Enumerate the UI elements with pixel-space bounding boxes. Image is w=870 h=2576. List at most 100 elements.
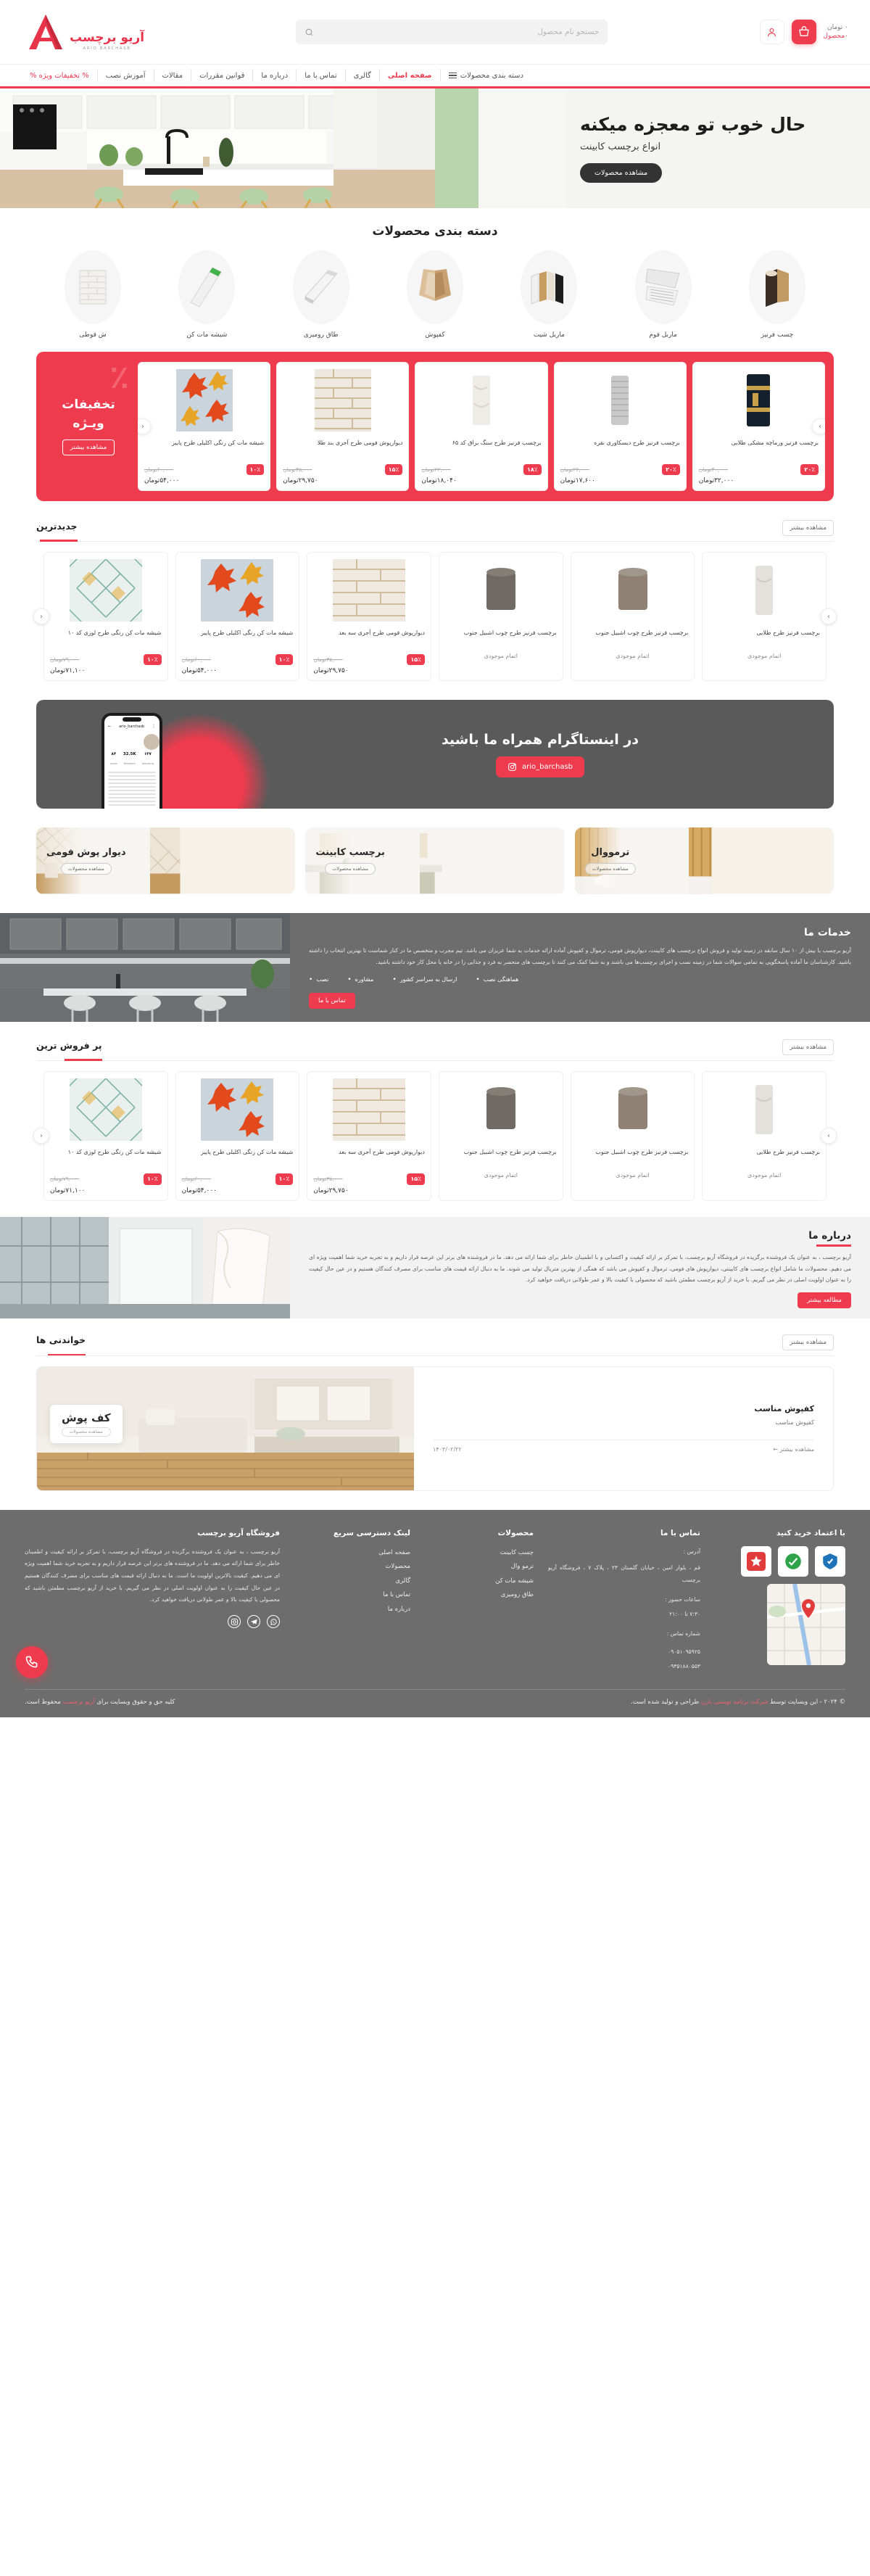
nav-item-gallery[interactable]: گالری <box>346 69 380 82</box>
carousel-prev-button[interactable]: ‹ <box>33 1128 49 1144</box>
category-image <box>292 250 349 324</box>
product-card[interactable]: برچسب فرنیز طرح چوب اشبیل جنوب اتمام موج… <box>438 552 563 682</box>
feature-card-cabinet-sticker[interactable]: برچسب کابینت مشاهده محصولات <box>305 827 565 895</box>
product-card[interactable]: برچسب فرنیز طرح سنگ براق کد ۶۵ ۱۸٪ ۲۲,۰۰… <box>415 362 548 492</box>
nav-item-terms[interactable]: قوانین مقررات <box>191 69 254 82</box>
footer-link[interactable]: طاق رومیزی <box>425 1588 534 1603</box>
footer-developer-link[interactable]: شرکت برنامه نویسی بارن <box>701 1698 768 1706</box>
search-box[interactable] <box>296 20 608 44</box>
product-card[interactable]: شیشه مات کن رنگی اکلیلی طرح پاییز ۱۰٪ ۶۰… <box>138 362 271 492</box>
feature-card-thermowall[interactable]: ترمووال مشاهده محصولات <box>574 827 834 895</box>
services-title: خدمات ما <box>804 926 851 938</box>
product-card[interactable]: شیشه مات کن رنگی طرح لوزی کد ۱۰ ۱۰٪ ۷۹,۰… <box>43 552 168 682</box>
account-button[interactable] <box>759 20 784 44</box>
posts-count: ۸۴ <box>111 752 117 757</box>
main-nav: دسته بندی محصولات صفحه اصلی گالری تماس ب… <box>0 64 870 88</box>
category-item[interactable]: ماربل فوم <box>616 250 711 339</box>
instagram-handle-button[interactable]: ario_barchasb <box>495 756 585 777</box>
product-card[interactable]: برچسب فرنیز طرح طلایی اتمام موجودی <box>702 1071 826 1201</box>
cart-button[interactable] <box>791 20 816 44</box>
carousel-prev-button[interactable]: ‹ <box>33 608 49 625</box>
footer-link[interactable]: درباره ما <box>294 1603 410 1617</box>
product-card[interactable]: دیوارپوش فومی طرح آجری بند طلا ۱۵٪ ۳۵,۰۰… <box>276 362 410 492</box>
footer-link[interactable]: چسب کابینت <box>425 1546 534 1561</box>
product-card[interactable]: برچسب فرنیز طرح چوب اشبیل جنوب اتمام موج… <box>438 1071 563 1201</box>
rating-badge[interactable] <box>741 1545 771 1577</box>
search-input[interactable] <box>320 28 600 36</box>
carousel-next-button[interactable]: › <box>812 418 825 435</box>
product-card[interactable]: برچسب فرنیز ورماچه مشکی طلایی ۲۰٪ ۴۰,۰۰۰… <box>692 362 825 492</box>
blog-more-button[interactable]: مشاهده بیشتر <box>782 1334 834 1350</box>
samandehi-badge[interactable] <box>778 1545 808 1577</box>
whatsapp-icon[interactable] <box>267 1615 280 1629</box>
footer-brand-link[interactable]: آریو برچسب <box>63 1698 95 1706</box>
product-card[interactable]: دیوارپوش فومی طرح آجری سه بعد ۱۵٪ ۳۵,۰۰۰… <box>307 552 431 682</box>
footer-phone[interactable]: ۰۹۳۵۱۸۸۰۵۵۳ <box>548 1661 700 1673</box>
feature-card-button[interactable]: مشاهده محصولات <box>325 863 376 875</box>
footer-phone[interactable]: ۰۹۰۵۱۰۹۵۹۲۵ <box>548 1646 700 1659</box>
hero-cta-button[interactable]: مشاهده محصولات <box>580 163 663 183</box>
bestseller-more-button[interactable]: مشاهده بیشتر <box>782 1039 834 1056</box>
product-image <box>182 1078 294 1142</box>
blog-card-readmore[interactable]: مشاهده بیشتر ← <box>773 1446 814 1453</box>
services-image <box>0 913 290 1023</box>
enamad-badge[interactable] <box>815 1545 845 1577</box>
new-price: ۱۸,۰۴۰تومان <box>421 477 457 485</box>
footer-copyright-left: © ۲۰۲۴ - این وبسایت توسط شرکت برنامه نوی… <box>631 1698 845 1706</box>
discount-badge: ۱۰٪ <box>275 1173 294 1185</box>
category-label: کفپوش <box>425 331 445 339</box>
category-item[interactable]: طاق رومیزی <box>273 250 369 339</box>
product-card[interactable]: شیشه مات کن رنگی اکلیلی طرح پاییز ۱۰٪ ۶۰… <box>175 552 300 682</box>
blog-card-image: کف پوش مشاهده محصولات <box>37 1366 414 1490</box>
footer-link[interactable]: تماس با ما <box>294 1588 410 1603</box>
product-card[interactable]: دیوارپوش فومی طرح آجری سه بعد ۱۵٪ ۳۵,۰۰۰… <box>307 1071 431 1201</box>
bestseller-section: مشاهده بیشتر پر فروش ترین ‹ › برچسب فرنی… <box>33 1039 837 1201</box>
product-card[interactable]: شیشه مات کن رنگی اکلیلی طرح پاییز ۱۰٪ ۶۰… <box>175 1071 300 1201</box>
nav-item-contact[interactable]: تماس با ما <box>297 69 346 82</box>
category-item[interactable]: شیشه مات کن <box>159 250 254 339</box>
footer-link[interactable]: گالری <box>294 1574 410 1589</box>
site-logo[interactable]: آریو برچسب ARIO BARCHASB <box>26 12 145 52</box>
newest-more-button[interactable]: مشاهده بیشتر <box>782 520 834 537</box>
about-more-button[interactable]: مطالعه بیشتر <box>798 1292 851 1309</box>
category-item[interactable]: کفپوش <box>387 250 483 339</box>
footer-link[interactable]: صفحه اصلی <box>294 1546 410 1561</box>
footer-map[interactable] <box>767 1583 845 1665</box>
nav-item-about[interactable]: درباره ما <box>253 69 297 82</box>
product-name: برچسب فرنیز طرح چوب اشبیل جنوب <box>595 1149 689 1156</box>
footer-link[interactable]: ترمو وال <box>425 1560 534 1574</box>
product-card[interactable]: برچسب فرنیز طرح چوب اشبیل جنوب اتمام موج… <box>570 1071 695 1201</box>
discount-badge: ۱۵٪ <box>407 1173 425 1185</box>
category-item[interactable]: ماربل شیت <box>501 250 597 339</box>
nav-item-special-offers[interactable]: % تخفیفات ویژه % <box>22 69 98 82</box>
product-card[interactable]: شیشه مات کن رنگی طرح لوزی کد ۱۰ ۱۰٪ ۷۹,۰… <box>43 1071 168 1201</box>
nav-item-articles[interactable]: مقالات <box>154 69 192 82</box>
floating-call-button[interactable] <box>16 1646 48 1679</box>
basket-icon <box>798 26 809 36</box>
nav-item-home[interactable]: صفحه اصلی <box>380 69 441 82</box>
footer-link[interactable]: محصولات <box>294 1560 410 1574</box>
product-card[interactable]: برچسب فرنیز طرح دیسکاوری نقره ۲۰٪ ۲۲,۰۰۰… <box>553 362 687 492</box>
blog-card[interactable]: کفپوش مناسب کفپوش مناسب مشاهده بیشتر ← ۱… <box>36 1366 834 1491</box>
carousel-next-button[interactable]: › <box>821 1128 837 1144</box>
product-price-row: ۱۰٪ ۶۰,۰۰۰تومان <box>182 654 294 666</box>
old-price: ۶۰,۰۰۰تومان <box>181 1176 211 1183</box>
product-brick-icon <box>333 559 406 622</box>
services-contact-button[interactable]: تماس با ما <box>309 992 355 1009</box>
footer-link[interactable]: شیشه مات کن <box>425 1574 534 1589</box>
feature-card-button[interactable]: مشاهده محصولات <box>60 863 112 875</box>
product-diamond-pattern-icon <box>69 559 142 622</box>
category-item[interactable]: ش قوطی <box>45 250 141 339</box>
instagram-icon[interactable] <box>228 1615 241 1629</box>
telegram-icon[interactable] <box>247 1615 260 1629</box>
category-item[interactable]: چسب فرنیز <box>729 250 825 339</box>
promo-more-button[interactable]: مشاهده بیشتر <box>62 439 115 456</box>
nav-item-install-guide[interactable]: آموزش نصب <box>98 69 154 82</box>
product-card[interactable]: برچسب فرنیز طرح چوب اشبیل جنوب اتمام موج… <box>570 552 695 682</box>
product-card[interactable]: برچسب فرنیز طرح طلایی اتمام موجودی <box>702 552 826 682</box>
feature-card-button[interactable]: مشاهده محصولات <box>584 863 636 875</box>
bestseller-header: مشاهده بیشتر پر فروش ترین <box>36 1039 834 1062</box>
nav-item-categories[interactable]: دسته بندی محصولات <box>441 69 531 82</box>
carousel-next-button[interactable]: › <box>821 608 837 625</box>
feature-card-foam-wallcover[interactable]: دیوار پوش فومی مشاهده محصولات <box>36 827 296 895</box>
